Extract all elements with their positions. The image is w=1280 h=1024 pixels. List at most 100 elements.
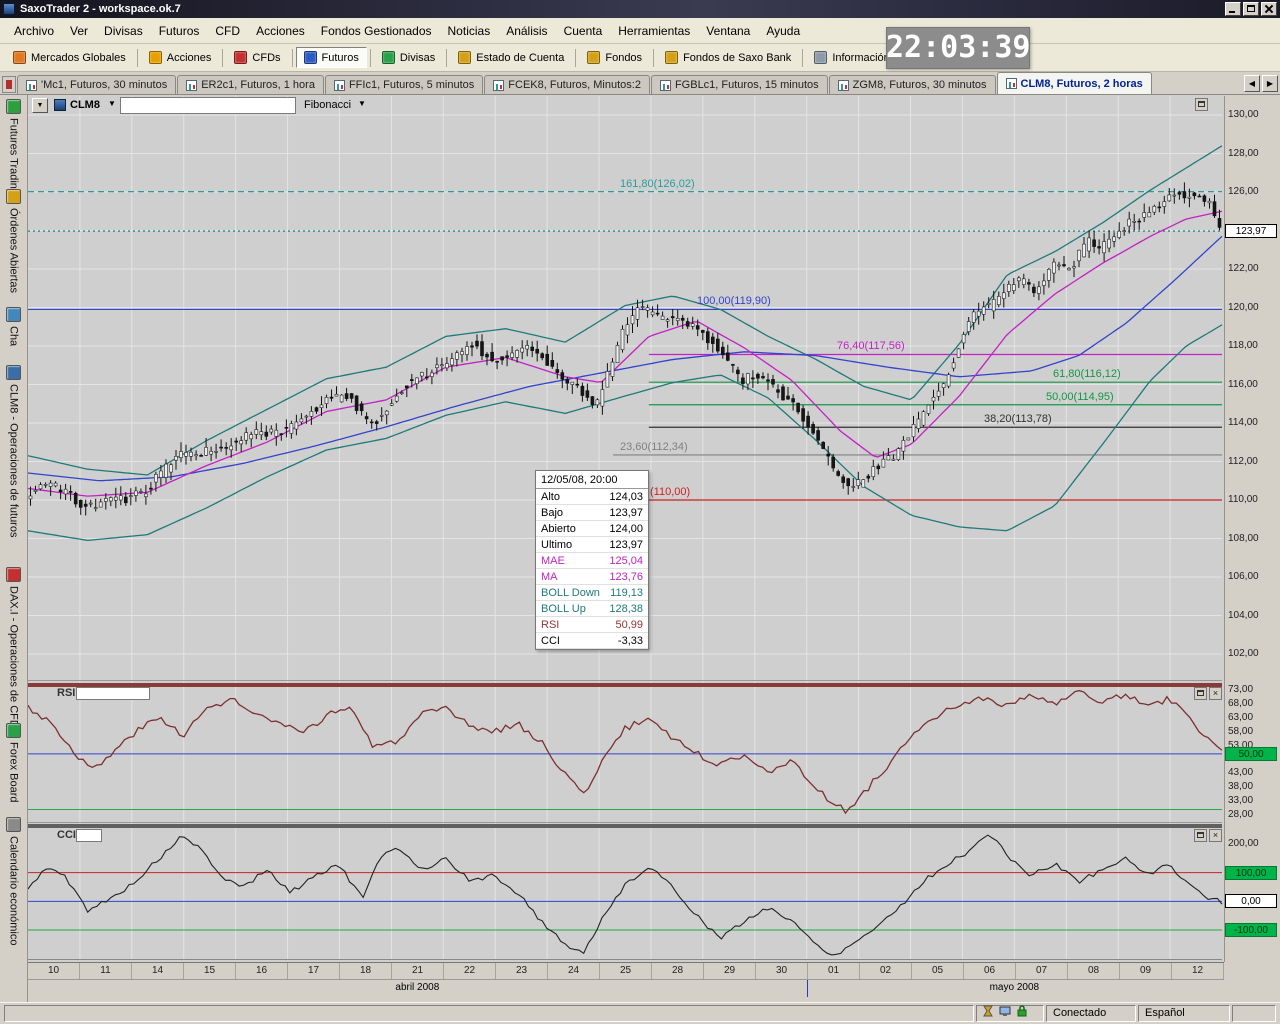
minimize-button[interactable] <box>1225 2 1241 16</box>
tab-scroll-left-button[interactable]: ◀ <box>1244 75 1260 92</box>
tooltip-row-label: Abierto <box>541 523 576 535</box>
sidebar-item-calendario-economico[interactable]: Calendario económico <box>0 817 27 945</box>
fib-level-label: 61,80(116,12) <box>1053 368 1121 380</box>
menu-item-fondos-gestionados[interactable]: Fondos Gestionados <box>313 20 440 42</box>
symbol-input[interactable] <box>120 97 296 114</box>
sidebar-item-ordenes-abiertas[interactable]: Órdenes Abiertas <box>0 189 27 293</box>
menu-item-cfd[interactable]: CFD <box>207 20 248 42</box>
tab-scroll-right-button[interactable]: ▶ <box>1262 75 1278 92</box>
tab-list-icon <box>6 80 12 89</box>
fib-level-label: 100,00(119,90) <box>697 295 771 307</box>
price-tick-label: 120,00 <box>1228 302 1259 313</box>
menu-item-cuenta[interactable]: Cuenta <box>556 20 611 42</box>
toolbar-separator <box>370 49 371 67</box>
date-tick-label: 28 <box>652 963 704 979</box>
menu-item-noticias[interactable]: Noticias <box>440 20 499 42</box>
menu-item-divisas[interactable]: Divisas <box>96 20 151 42</box>
instrument-label[interactable]: CLM8 <box>70 99 100 111</box>
chart-restore-icon[interactable] <box>1195 98 1208 111</box>
tab-mc1-futuros-30-minutos[interactable]: 'Mc1, Futuros, 30 minutos <box>17 75 176 94</box>
chart-menu-button[interactable]: ▼ <box>32 98 48 113</box>
toolbar-button-futuros[interactable]: Futuros <box>296 47 367 68</box>
tooltip-row-label: MA <box>541 571 558 583</box>
sidebar-item-futures-trading[interactable]: Futures Trading <box>0 99 27 195</box>
menu-item-acciones[interactable]: Acciones <box>248 20 313 42</box>
date-axis[interactable]: 1011141516171821222324252829300102050607… <box>28 962 1224 979</box>
date-tick-label: 18 <box>340 963 392 979</box>
globe-icon <box>13 51 26 64</box>
menu-item-analisis[interactable]: Análisis <box>498 20 555 42</box>
toolbar-button-label: Información <box>832 52 889 64</box>
price-tick-label: 106,00 <box>1228 571 1259 582</box>
tab-fgblc1-futuros-15-minutos[interactable]: FGBLc1, Futuros, 15 minutos <box>651 75 828 94</box>
tooltip-row-ma: MA123,76 <box>536 569 648 585</box>
maximize-button[interactable] <box>1243 2 1259 16</box>
month-label-abril-2008: abril 2008 <box>395 982 439 993</box>
toolbar-separator <box>446 49 447 67</box>
rsi-level-box: 50,00 <box>1225 747 1277 761</box>
cci-restore-icon[interactable] <box>1194 829 1207 842</box>
sidebar-item-cha[interactable]: Cha <box>0 307 27 346</box>
tab-er2c1-futuros-1-hora[interactable]: ER2c1, Futuros, 1 hora <box>177 75 324 94</box>
chart-tab-icon <box>660 80 671 91</box>
cci-close-icon[interactable]: × <box>1209 829 1222 842</box>
toolbar-button-label: Fondos de Saxo Bank <box>683 52 791 64</box>
toolbar-button-divisas[interactable]: Divisas <box>374 47 443 68</box>
menu-item-herramientas[interactable]: Herramientas <box>610 20 698 42</box>
toolbar-separator <box>222 49 223 67</box>
instrument-dropdown-arrow[interactable]: ▼ <box>108 99 116 108</box>
rsi-period-input[interactable] <box>76 687 150 700</box>
cci-period-input[interactable] <box>76 829 102 842</box>
menu-item-ventana[interactable]: Ventana <box>698 20 758 42</box>
tab-zgm8-futuros-30-minutos[interactable]: ZGM8, Futuros, 30 minutos <box>829 75 996 94</box>
chart-tab-icon <box>1006 78 1017 89</box>
sidebar-item-forex-board[interactable]: Forex Board <box>0 723 27 803</box>
menu-item-futuros[interactable]: Futuros <box>151 20 208 42</box>
chart-tab-icon <box>838 80 849 91</box>
rsi-restore-icon[interactable] <box>1194 687 1207 700</box>
tab-ffic1-futuros-5-minutos[interactable]: FFIc1, Futuros, 5 minutos <box>325 75 483 94</box>
status-bar: Conectado Español <box>0 1002 1280 1024</box>
date-tick-label: 24 <box>548 963 600 979</box>
fib-level-label: (110,00) <box>650 486 690 498</box>
close-button[interactable] <box>1261 2 1277 16</box>
study-selector[interactable]: Fibonacci <box>304 99 351 111</box>
toolbar-button-estado-de-cuenta[interactable]: Estado de Cuenta <box>450 47 572 68</box>
tab-list-button[interactable] <box>2 76 16 93</box>
chart-tooltip: 12/05/08, 20:00 Alto124,03Bajo123,97Abie… <box>535 470 649 650</box>
month-axis: abril 2008mayo 2008 <box>28 979 1224 996</box>
status-message-area <box>4 1005 974 1022</box>
menu-item-ver[interactable]: Ver <box>62 20 96 42</box>
toolbar-button-label: Acciones <box>167 52 212 64</box>
window-title: SaxoTrader 2 - workspace.ok.7 <box>20 3 181 15</box>
rsi-close-icon[interactable]: × <box>1209 687 1222 700</box>
date-tick-label: 10 <box>28 963 80 979</box>
menu-item-archivo[interactable]: Archivo <box>6 20 62 42</box>
price-tick-label: 114,00 <box>1228 417 1258 428</box>
date-tick-label: 25 <box>600 963 652 979</box>
rsi-tick-label: 58,00 <box>1228 726 1253 737</box>
sidebar-item-clm8-operaciones-de-futuros[interactable]: CLM8 - Operaciones de futuros <box>0 365 27 537</box>
futures-icon <box>304 51 317 64</box>
language-status: Español <box>1138 1005 1230 1022</box>
toolbar-button-fondos[interactable]: Fondos <box>579 47 650 68</box>
toolbar-button-cfds[interactable]: CFDs <box>226 47 288 68</box>
saxo-funds-icon <box>665 51 678 64</box>
toolbar-button-informacion[interactable]: Información <box>806 47 897 68</box>
price-tick-label: 102,00 <box>1228 648 1259 659</box>
title-bar: SaxoTrader 2 - workspace.ok.7 <box>0 0 1280 18</box>
sidebar-item-dax-i-operaciones-de-cfd[interactable]: DAX.I - Operaciones de CFD <box>0 567 27 728</box>
sidebar-item-label: Futures Trading <box>8 118 20 195</box>
tab-clm8-futuros-2-horas[interactable]: CLM8, Futuros, 2 horas <box>997 72 1152 94</box>
price-tick-label: 110,00 <box>1228 494 1258 505</box>
study-dropdown-arrow[interactable]: ▼ <box>358 99 366 108</box>
date-tick-label: 08 <box>1068 963 1120 979</box>
tab-fcek8-futuros-minutos-2[interactable]: FCEK8, Futuros, Minutos:2 <box>484 75 650 94</box>
toolbar-button-acciones[interactable]: Acciones <box>141 47 220 68</box>
toolbar-button-mercados-globales[interactable]: Mercados Globales <box>5 47 134 68</box>
toolbar-button-fondos-de-saxo-bank[interactable]: Fondos de Saxo Bank <box>657 47 799 68</box>
toolbar-button-label: Estado de Cuenta <box>476 52 564 64</box>
menu-item-ayuda[interactable]: Ayuda <box>758 20 808 42</box>
date-tick-label: 16 <box>236 963 288 979</box>
tab-label: CLM8, Futuros, 2 horas <box>1021 78 1143 90</box>
